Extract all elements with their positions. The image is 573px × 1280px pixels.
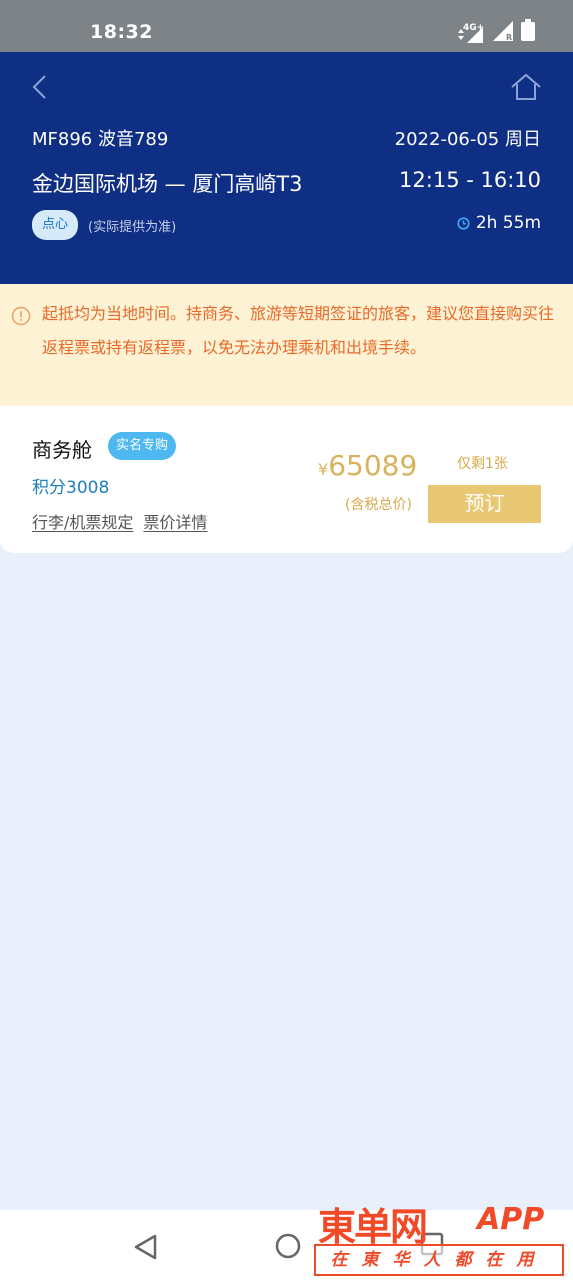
info-icon (11, 304, 31, 326)
book-button[interactable]: 预订 (428, 485, 541, 523)
price-detail-link[interactable]: 票价详情 (143, 509, 207, 533)
flight-number: MF896 波音789 (32, 129, 169, 150)
svg-text:R: R (506, 33, 512, 41)
home-button[interactable] (509, 72, 543, 102)
chevron-left-icon (32, 75, 46, 99)
meal-note: (实际提供为准) (88, 220, 177, 235)
flight-duration: 2h 55m (457, 213, 541, 233)
tax-note: (含税总价) (345, 497, 412, 513)
remaining-seats: 仅剩1张 (457, 456, 508, 472)
duration-text: 2h 55m (475, 213, 541, 233)
fare-card: 商务舱 实名专购 积分3008 行李/机票规定 票价详情 ¥65089 (含税总… (0, 406, 573, 553)
baggage-rules-link[interactable]: 行李/机票规定 (32, 509, 133, 533)
clock-icon (457, 216, 470, 230)
watermark: 東单网 APP 在東华人都在用 (312, 1196, 568, 1280)
travel-notice: 起抵均为当地时间。持商务、旅游等短期签证的旅客，建议您直接购买往返程票或持有返程… (0, 284, 573, 406)
flight-date: 2022-06-05 周日 (394, 129, 541, 150)
meal-badge: 点心 (32, 210, 79, 240)
nav-home-button[interactable] (274, 1232, 302, 1260)
flight-times: 12:15 - 16:10 (399, 168, 541, 192)
network-icon: 4G+ (455, 21, 485, 43)
nav-back-button[interactable] (131, 1232, 161, 1262)
points-label: 积分3008 (32, 478, 110, 498)
home-icon (511, 73, 541, 100)
notice-text: 起抵均为当地时间。持商务、旅游等短期签证的旅客，建议您直接购买往返程票或持有返程… (42, 304, 555, 357)
watermark-slogan: 在東华人都在用 (314, 1244, 564, 1276)
fare-links: 行李/机票规定 票价详情 (32, 509, 207, 533)
watermark-brand: 東单网 (318, 1205, 428, 1249)
currency-symbol: ¥ (318, 460, 329, 479)
status-bar: 18:32 4G+ R (0, 0, 573, 52)
status-icons: 4G+ R (455, 19, 535, 45)
flight-header: MF896 波音789 2022-06-05 周日 金边国际机场 — 厦门高崎T… (0, 52, 573, 284)
cabin-class: 商务舱 (32, 438, 92, 462)
triangle-back-icon (134, 1234, 157, 1260)
price-amount: 65089 (328, 449, 418, 482)
signal-icon: R (491, 19, 515, 45)
realname-badge: 实名专购 (108, 432, 177, 460)
back-button[interactable] (26, 72, 56, 102)
status-time: 18:32 (90, 21, 153, 43)
flight-route: 金边国际机场 — 厦门高崎T3 (32, 172, 303, 196)
circle-home-icon (275, 1233, 301, 1259)
battery-icon (521, 19, 535, 45)
price: ¥65089 (318, 449, 417, 482)
watermark-app: APP (477, 1202, 545, 1237)
